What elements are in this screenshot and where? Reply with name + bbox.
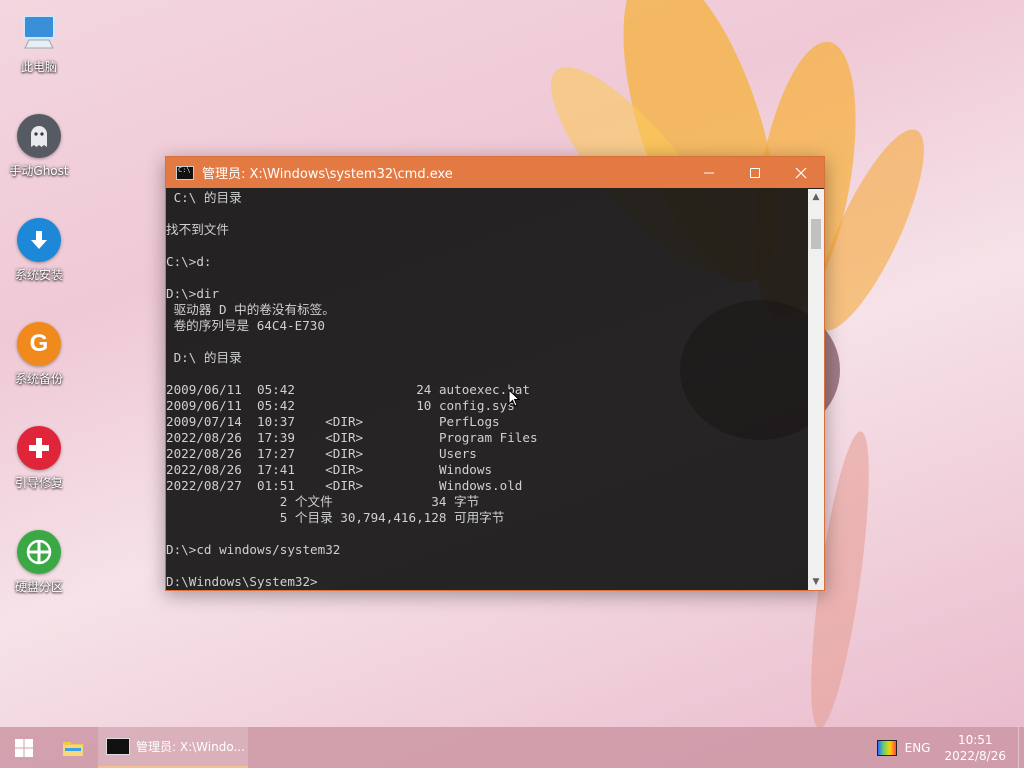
computer-icon	[17, 10, 61, 54]
system-tray: ENG 10:51 2022/8/26	[876, 727, 1024, 768]
console-line: 2022/08/26 17:27 <DIR> Users	[166, 446, 477, 461]
file-explorer-button[interactable]	[48, 727, 98, 768]
cmd-titlebar[interactable]: 管理员: X:\Windows\system32\cmd.exe	[166, 157, 824, 188]
desktop-icon-this-pc[interactable]: 此电脑	[0, 6, 78, 98]
console-line: D:\ 的目录	[166, 350, 242, 365]
folder-icon	[63, 741, 83, 756]
clock[interactable]: 10:51 2022/8/26	[944, 732, 1006, 764]
desktop-icon-system-backup[interactable]: G 系统备份	[0, 318, 78, 410]
clock-date: 2022/8/26	[944, 748, 1006, 763]
partition-icon	[17, 530, 61, 574]
desktop-icon-label: 此电脑	[20, 60, 57, 74]
console-line: 找不到文件	[166, 222, 229, 237]
desktop-icon-label: 引导修复	[14, 476, 63, 490]
desktop-icon-label: 硬盘分区	[14, 580, 63, 594]
minimize-button[interactable]	[686, 157, 732, 188]
download-icon	[17, 218, 61, 262]
desktop-icon-disk-partition[interactable]: 硬盘分区	[0, 526, 78, 618]
console-line: D:\Windows\System32>	[166, 574, 318, 589]
taskbar-task-label: 管理员: X:\Windo...	[136, 740, 245, 754]
console-line: 2 个文件 34 字节	[166, 494, 480, 509]
desktop-icon-boot-repair[interactable]: 引导修复	[0, 422, 78, 514]
mouse-pointer-icon	[508, 389, 520, 407]
console-line: 2009/06/11 05:42 10 config.sys	[166, 398, 515, 413]
desktop-icon-ghost[interactable]: 手动Ghost	[0, 110, 78, 202]
console-line: C:\ 的目录	[166, 190, 242, 205]
desktop-icon-system-install[interactable]: 系统安装	[0, 214, 78, 306]
ghost-icon	[17, 114, 61, 158]
console-line: D:\>dir	[166, 286, 220, 301]
console-line: 2022/08/27 01:51 <DIR> Windows.old	[166, 478, 523, 493]
console-line: C:\>d:	[166, 254, 212, 269]
console-line: 2009/06/11 05:42 24 autoexec.bat	[166, 382, 530, 397]
console-output[interactable]: C:\ 的目录 找不到文件 C:\>d: D:\>dir 驱动器 D 中的卷没有标签。…	[166, 189, 808, 590]
cmd-window-title: 管理员: X:\Windows\system32\cmd.exe	[202, 167, 453, 182]
console-line: 驱动器 D 中的卷没有标签。	[166, 302, 335, 317]
desktop-icon-label: 手动Ghost	[9, 164, 69, 178]
clock-time: 10:51	[957, 732, 993, 747]
vertical-scrollbar[interactable]: ▲ ▼	[808, 189, 824, 590]
console-line: 2022/08/26 17:41 <DIR> Windows	[166, 462, 493, 477]
maximize-button[interactable]	[732, 157, 778, 188]
input-method-icon[interactable]	[876, 739, 897, 756]
language-indicator[interactable]: ENG	[905, 741, 931, 755]
close-button[interactable]	[778, 157, 824, 188]
scroll-down-arrow-icon[interactable]: ▼	[808, 574, 824, 590]
console-line: 2022/08/26 17:39 <DIR> Program Files	[166, 430, 538, 445]
taskbar: 管理员: X:\Windo... ENG 10:51 2022/8/26	[0, 727, 1024, 768]
cmd-icon	[106, 738, 130, 755]
start-button[interactable]	[0, 727, 48, 768]
scroll-up-arrow-icon[interactable]: ▲	[808, 189, 824, 205]
minimize-icon	[704, 172, 714, 173]
show-desktop-button[interactable]	[1018, 727, 1024, 768]
windows-logo-icon	[15, 738, 33, 757]
console-line: 5 个目录 30,794,416,128 可用字节	[166, 510, 505, 525]
console-line: 2009/07/14 10:37 <DIR> PerfLogs	[166, 414, 500, 429]
console-line: 卷的序列号是 64C4-E730	[166, 318, 325, 333]
desktop-icon-label: 系统安装	[14, 268, 63, 282]
taskbar-cmd-task[interactable]: 管理员: X:\Windo...	[98, 727, 248, 768]
maximize-icon	[750, 167, 760, 178]
desktop-icon-label: 系统备份	[14, 372, 63, 386]
close-icon	[795, 167, 807, 178]
cmd-app-icon	[176, 165, 194, 180]
plus-cross-icon	[17, 426, 61, 470]
cmd-window[interactable]: 管理员: X:\Windows\system32\cmd.exe C:\ 的目录…	[165, 156, 825, 591]
console-line: D:\>cd windows/system32	[166, 542, 341, 557]
backup-g-icon: G	[17, 322, 61, 366]
scrollbar-thumb[interactable]	[811, 219, 821, 249]
